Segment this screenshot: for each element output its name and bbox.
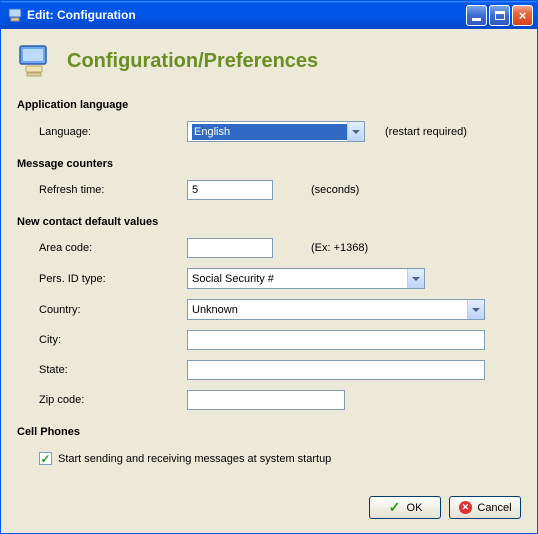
country-value: Unknown <box>192 304 467 316</box>
hint-seconds: (seconds) <box>311 184 359 196</box>
hint-area-code: (Ex: +1368) <box>311 242 368 254</box>
cancel-button-label: Cancel <box>477 502 511 514</box>
chevron-down-icon <box>407 269 424 288</box>
check-icon: ✓ <box>40 454 50 464</box>
cancel-icon: ✕ <box>458 501 472 515</box>
maximize-button[interactable] <box>489 5 510 26</box>
ok-icon: ✓ <box>388 501 402 515</box>
row-country: Country: Unknown <box>17 299 521 320</box>
language-select-value: English <box>192 124 347 140</box>
label-zip-code: Zip code: <box>39 394 187 406</box>
dialog-body: Configuration/Preferences Application la… <box>1 29 537 533</box>
window-controls: × <box>466 5 533 26</box>
dialog-header: Configuration/Preferences <box>17 43 521 79</box>
label-area-code: Area code: <box>39 242 187 254</box>
row-city: City: <box>17 330 521 350</box>
language-select[interactable]: English <box>187 121 365 142</box>
refresh-time-input[interactable] <box>187 180 273 200</box>
row-language: Language: English (restart required) <box>17 121 521 142</box>
page-title: Configuration/Preferences <box>67 50 318 73</box>
section-title-message-counters: Message counters <box>17 158 521 170</box>
chevron-down-icon <box>467 300 484 319</box>
chevron-down-icon <box>347 122 364 141</box>
section-title-cell-phones: Cell Phones <box>17 426 521 438</box>
close-button[interactable]: × <box>512 5 533 26</box>
section-title-app-language: Application language <box>17 99 521 111</box>
row-pers-id-type: Pers. ID type: Social Security # <box>17 268 521 289</box>
row-state: State: <box>17 360 521 380</box>
label-pers-id-type: Pers. ID type: <box>39 273 187 285</box>
window-title: Edit: Configuration <box>27 8 466 22</box>
country-select[interactable]: Unknown <box>187 299 485 320</box>
window-frame: Edit: Configuration × Configuration/Pref… <box>0 0 538 534</box>
startup-checkbox-label[interactable]: Start sending and receiving messages at … <box>58 453 331 465</box>
section-title-new-contact: New contact default values <box>17 216 521 228</box>
area-code-input[interactable] <box>187 238 273 258</box>
hint-restart-required: (restart required) <box>385 126 467 138</box>
label-country: Country: <box>39 304 187 316</box>
ok-button[interactable]: ✓ OK <box>369 496 441 519</box>
row-startup-checkbox: ✓ Start sending and receiving messages a… <box>17 452 521 465</box>
label-language: Language: <box>39 126 187 138</box>
label-city: City: <box>39 334 187 346</box>
row-area-code: Area code: (Ex: +1368) <box>17 238 521 258</box>
zip-code-input[interactable] <box>187 390 345 410</box>
dialog-buttons: ✓ OK ✕ Cancel <box>17 496 521 519</box>
row-zip-code: Zip code: <box>17 390 521 410</box>
titlebar[interactable]: Edit: Configuration × <box>1 1 537 29</box>
app-icon <box>7 7 23 23</box>
label-state: State: <box>39 364 187 376</box>
row-refresh-time: Refresh time: (seconds) <box>17 180 521 200</box>
label-refresh-time: Refresh time: <box>39 184 187 196</box>
pers-id-type-select[interactable]: Social Security # <box>187 268 425 289</box>
pers-id-type-value: Social Security # <box>192 273 407 285</box>
startup-checkbox[interactable]: ✓ <box>39 452 52 465</box>
cancel-button[interactable]: ✕ Cancel <box>449 496 521 519</box>
minimize-button[interactable] <box>466 5 487 26</box>
state-input[interactable] <box>187 360 485 380</box>
monitor-icon <box>17 43 53 79</box>
city-input[interactable] <box>187 330 485 350</box>
ok-button-label: OK <box>407 502 423 514</box>
